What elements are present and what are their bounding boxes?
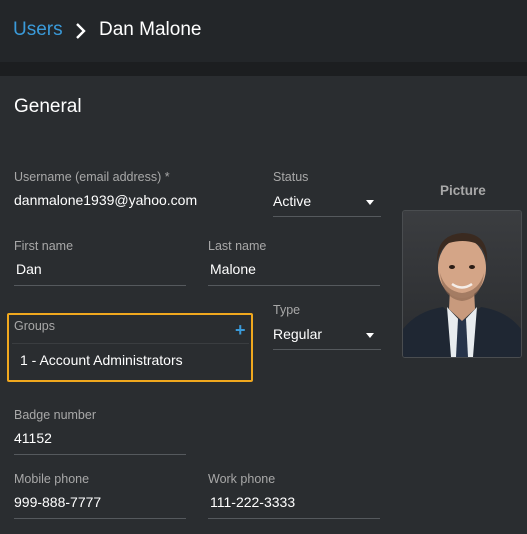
group-item[interactable]: 1 - Account Administrators [20, 352, 183, 368]
work-phone-field[interactable]: 111-222-3333 [210, 494, 295, 510]
add-group-plus-icon[interactable]: + [235, 321, 246, 339]
mobile-phone-underline [14, 518, 186, 519]
type-label: Type [273, 303, 301, 317]
first-name-field[interactable]: Dan [16, 261, 42, 277]
username-label: Username (email address) * [14, 170, 170, 184]
dropdown-caret-icon [366, 200, 374, 205]
badge-number-underline [14, 454, 186, 455]
first-name-label: First name [14, 239, 74, 253]
work-phone-underline [208, 518, 380, 519]
type-select[interactable]: Regular [273, 323, 381, 349]
work-phone-label: Work phone [208, 472, 276, 486]
profile-picture[interactable] [402, 210, 522, 358]
page-title: Dan Malone [99, 19, 202, 40]
last-name-label: Last name [208, 239, 267, 253]
dropdown-caret-icon [366, 333, 374, 338]
chevron-right-icon [76, 23, 86, 39]
mobile-phone-field[interactable]: 999-888-7777 [14, 494, 101, 510]
mobile-phone-label: Mobile phone [14, 472, 90, 486]
header-divider [0, 62, 527, 76]
last-name-underline [208, 285, 380, 286]
picture-label: Picture [440, 183, 486, 198]
breadcrumb: Users Dan Malone [0, 0, 527, 62]
groups-label: Groups [14, 319, 55, 333]
badge-number-label: Badge number [14, 408, 97, 422]
status-underline [273, 216, 381, 217]
status-label: Status [273, 170, 309, 184]
type-value: Regular [273, 326, 323, 342]
avatar-portrait-icon [403, 211, 521, 357]
status-value: Active [273, 193, 312, 209]
groups-divider [12, 343, 249, 344]
status-select[interactable]: Active [273, 190, 381, 216]
type-underline [273, 349, 381, 350]
last-name-field[interactable]: Malone [210, 261, 256, 277]
badge-number-field[interactable]: 41152 [14, 430, 52, 446]
username-field[interactable]: danmalone1939@yahoo.com [14, 192, 197, 208]
breadcrumb-users-link[interactable]: Users [13, 19, 63, 41]
first-name-underline [14, 285, 186, 286]
section-title: General [14, 96, 82, 117]
